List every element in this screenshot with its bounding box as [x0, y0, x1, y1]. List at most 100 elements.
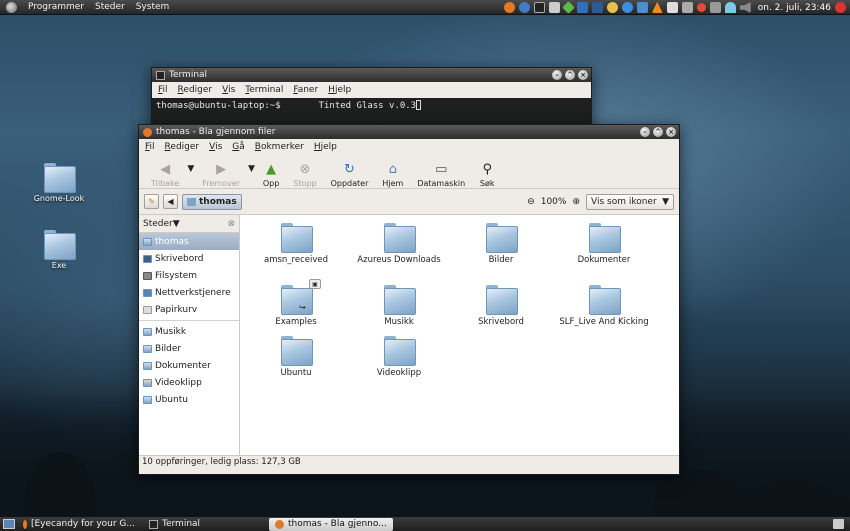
reload-button[interactable]: ↻ Oppdater [325, 161, 375, 189]
desktop-icon-label: Gnome-Look [33, 194, 85, 203]
folder-item[interactable]: amsn_received [246, 223, 346, 265]
sidebar: Steder▼ ⊗ thomas Skrivebord Filsystem Ne… [139, 215, 240, 455]
network-icon[interactable] [591, 2, 603, 13]
folder-item[interactable]: Ubuntu [246, 336, 346, 378]
back-button[interactable]: ◀ Tilbake [145, 161, 185, 189]
notes-icon[interactable] [666, 2, 678, 13]
sidebar-item-bilder[interactable]: Bilder [139, 340, 239, 357]
up-button[interactable]: ▲ Opp [257, 161, 285, 189]
trash-icon[interactable] [833, 519, 844, 529]
volume-icon[interactable] [739, 2, 751, 13]
menu-rediger[interactable]: Rediger [178, 85, 213, 95]
zoom-level[interactable]: 100% [541, 197, 567, 207]
home-button[interactable]: ⌂ Hjem [376, 161, 409, 189]
file-view[interactable]: amsn_received Azureus Downloads Bilder D… [240, 215, 679, 455]
ubuntu-logo-icon[interactable] [6, 1, 17, 13]
sidebar-header[interactable]: Steder▼ ⊗ [139, 215, 239, 233]
sidebar-item-skrivebord[interactable]: Skrivebord [139, 250, 239, 267]
gem-icon[interactable] [561, 1, 575, 14]
folder-item[interactable]: Dokumenter [554, 223, 654, 265]
taskbar-item-terminal[interactable]: Terminal [143, 518, 267, 531]
menu-faner[interactable]: Faner [293, 85, 318, 95]
taskbar-item-file-browser[interactable]: thomas - Bla gjenno... [269, 517, 393, 531]
wifi-icon[interactable] [724, 2, 736, 13]
computer-button[interactable]: ▭ Datamaskin [411, 161, 471, 189]
terminal-launcher-icon[interactable] [533, 2, 545, 13]
menu-rediger[interactable]: Rediger [165, 142, 200, 152]
sidebar-item-papirkurv[interactable]: Papirkurv [139, 301, 239, 318]
folder-item[interactable]: Skrivebord [451, 285, 551, 327]
menu-programmer[interactable]: Programmer [28, 2, 84, 12]
file-browser-titlebar[interactable]: thomas - Bla gjennom filer – ^ × [139, 125, 679, 139]
menu-fil[interactable]: Fil [145, 142, 155, 152]
close-button[interactable]: × [666, 127, 676, 137]
crumb-left-arrow-icon[interactable]: ◀ [163, 194, 178, 209]
folder-item[interactable]: Musikk [349, 285, 449, 327]
desktop-icon-gnome-look[interactable]: Gnome-Look [24, 163, 94, 203]
menu-terminal[interactable]: Terminal [245, 85, 283, 95]
desktop-icon-exe[interactable]: Exe [24, 230, 94, 270]
stop-button[interactable]: ⊗ Stopp [287, 161, 322, 189]
sidebar-item-filsystem[interactable]: Filsystem [139, 267, 239, 284]
folder-item[interactable]: SLF_Live And Kicking [554, 285, 654, 327]
forward-button[interactable]: ▶ Fremover [196, 161, 246, 189]
menu-fil[interactable]: Fil [158, 85, 168, 95]
folder-label: Skrivebord [478, 317, 524, 327]
update-icon[interactable] [636, 2, 648, 13]
menu-ga[interactable]: Gå [232, 142, 245, 152]
vlc-icon[interactable] [651, 2, 663, 13]
minimize-button[interactable]: – [552, 70, 562, 80]
sidebar-item-ubuntu[interactable]: Ubuntu [139, 391, 239, 408]
close-button[interactable]: × [578, 70, 588, 80]
clock[interactable]: on. 2. juli, 23:46 [758, 3, 831, 13]
folder-label: Dokumenter [577, 255, 631, 265]
bluetooth-icon[interactable] [576, 2, 588, 13]
sidebar-item-musikk[interactable]: Musikk [139, 323, 239, 340]
terminal-text: Tinted Glass v.0.3 [318, 101, 417, 111]
skype-icon[interactable] [621, 2, 633, 13]
menu-vis[interactable]: Vis [222, 85, 235, 95]
firefox-icon[interactable] [503, 2, 515, 13]
sidebar-item-dokumenter[interactable]: Dokumenter [139, 357, 239, 374]
reload-icon: ↻ [344, 161, 355, 177]
breadcrumb[interactable]: thomas [182, 193, 242, 210]
shutdown-icon[interactable] [835, 2, 846, 13]
folder-label: Azureus Downloads [357, 255, 441, 265]
folder-item[interactable]: Bilder [451, 223, 551, 265]
battery-icon[interactable] [709, 2, 721, 13]
search-button[interactable]: ⚲ Søk [473, 161, 501, 189]
view-mode-select[interactable]: Vis som ikoner ▼ [586, 193, 674, 210]
mail-icon[interactable] [681, 2, 693, 13]
maximize-button[interactable]: ^ [653, 127, 663, 137]
messenger-icon[interactable] [606, 2, 618, 13]
taskbar-item-browser[interactable]: [Eyecandy for your G... [17, 518, 141, 531]
menu-system[interactable]: System [136, 2, 170, 12]
sidebar-item-videoklipp[interactable]: Videoklipp [139, 374, 239, 391]
folder-item[interactable]: ▣ ↪ Examples [246, 279, 346, 327]
menu-vis[interactable]: Vis [209, 142, 222, 152]
menu-bokmerker[interactable]: Bokmerker [255, 142, 304, 152]
show-desktop-icon[interactable] [3, 519, 15, 529]
status-bar: 10 oppføringer, ledig plass: 127,3 GB [139, 455, 679, 468]
zoom-in-icon[interactable]: ⊕ [572, 197, 580, 207]
editor-icon[interactable] [548, 2, 560, 13]
alert-icon[interactable] [696, 3, 706, 12]
maximize-button[interactable]: ^ [565, 70, 575, 80]
sidebar-item-nettverkstjenere[interactable]: Nettverkstjenere [139, 284, 239, 301]
close-sidebar-icon[interactable]: ⊗ [227, 219, 235, 229]
terminal-titlebar[interactable]: Terminal – ^ × [152, 68, 591, 82]
forward-history-dropdown[interactable]: ▼ [248, 164, 255, 174]
menu-steder[interactable]: Steder [95, 2, 125, 12]
menu-hjelp[interactable]: Hjelp [314, 142, 337, 152]
sidebar-item-label: thomas [155, 236, 189, 247]
back-history-dropdown[interactable]: ▼ [187, 164, 194, 174]
minimize-button[interactable]: – [640, 127, 650, 137]
terminal-menubar: Fil Rediger Vis Terminal Faner Hjelp [152, 82, 591, 98]
folder-item[interactable]: Videoklipp [349, 336, 449, 378]
folder-item[interactable]: Azureus Downloads [349, 223, 449, 265]
zoom-out-icon[interactable]: ⊖ [527, 197, 535, 207]
menu-hjelp[interactable]: Hjelp [328, 85, 351, 95]
sidebar-item-thomas[interactable]: thomas [139, 233, 239, 250]
help-icon[interactable] [518, 2, 530, 13]
toggle-location-entry-icon[interactable]: ✎ [144, 194, 159, 209]
